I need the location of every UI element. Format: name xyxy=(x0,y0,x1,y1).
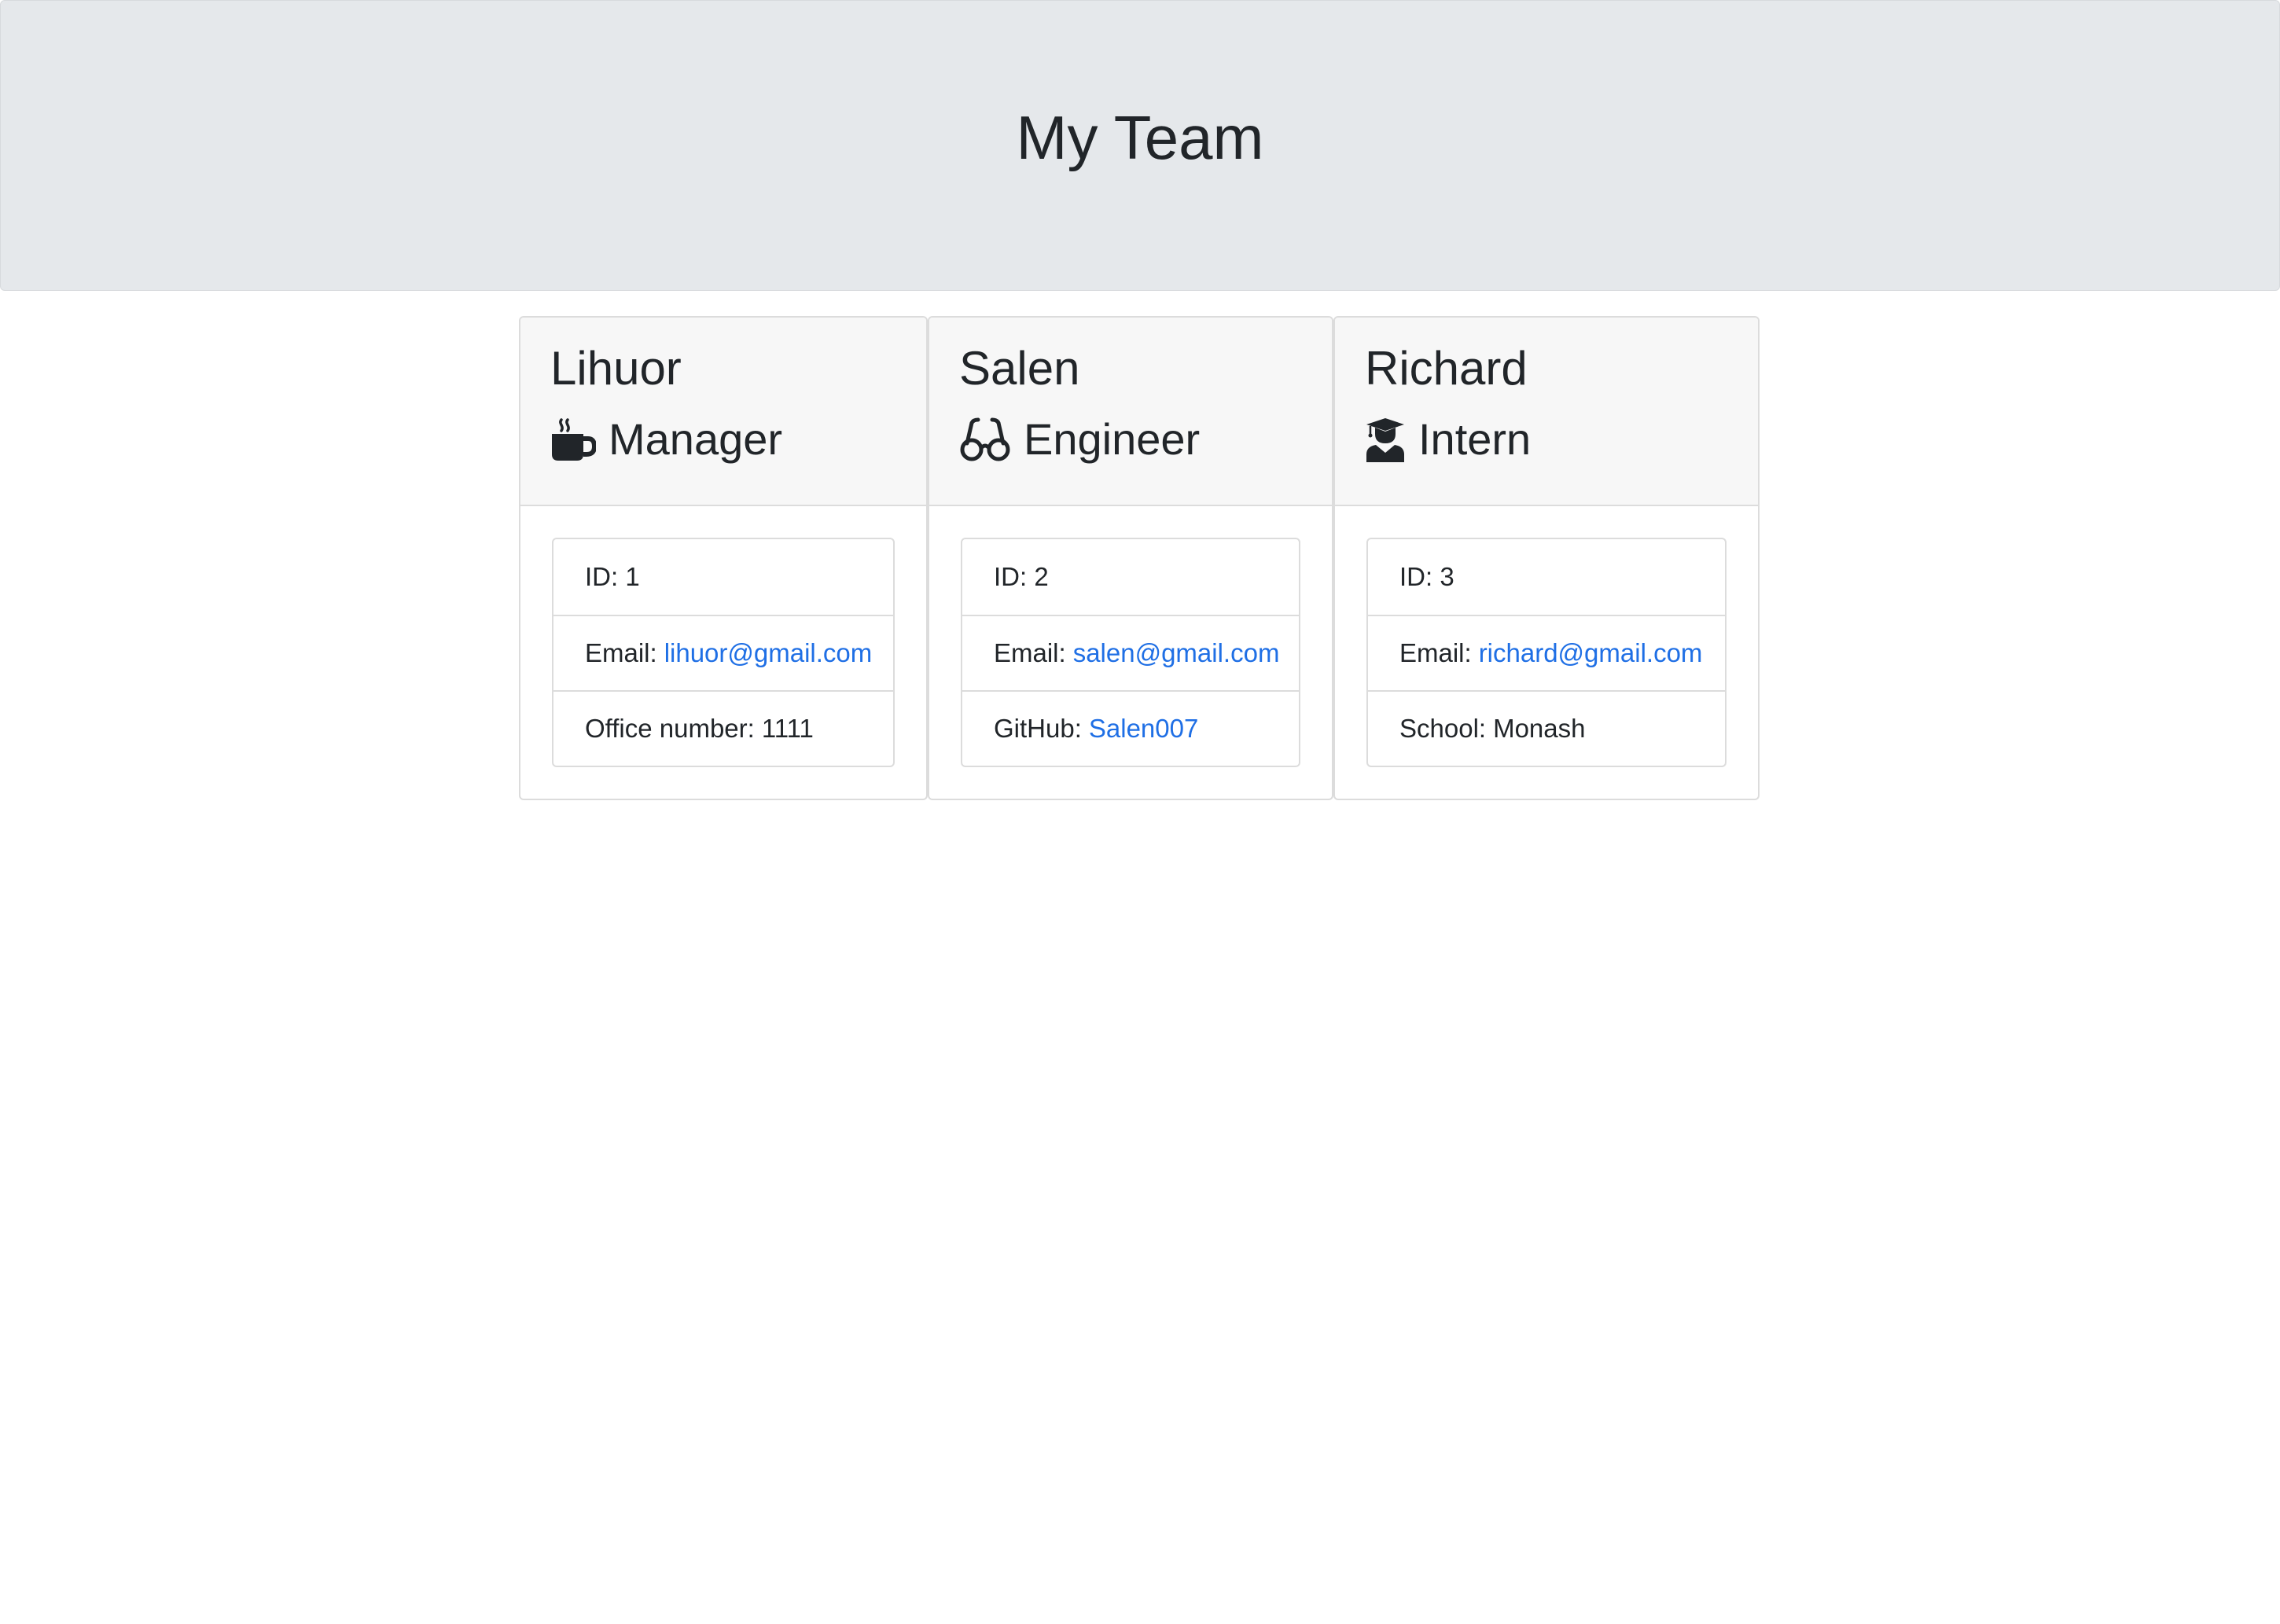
card-header: Richard Intern xyxy=(1335,318,1758,506)
id-row: ID: 3 xyxy=(1368,539,1725,615)
info-list: ID: 1 Email: lihuor@gmail.com Office num… xyxy=(552,538,895,767)
office-number-row: Office number: 1111 xyxy=(553,690,893,766)
email-label: Email: xyxy=(585,638,657,667)
glasses-icon xyxy=(959,417,1011,462)
page-header: My Team xyxy=(0,0,2280,291)
role-label: Engineer xyxy=(1024,414,1201,464)
email-row: Email: salen@gmail.com xyxy=(962,615,1299,690)
office-number-value: 1111 xyxy=(761,714,814,743)
email-link[interactable]: salen@gmail.com xyxy=(1073,638,1280,668)
github-row: GitHub: Salen007 xyxy=(962,690,1299,766)
employee-name: Salen xyxy=(959,342,1080,395)
employee-name: Lihuor xyxy=(550,342,682,395)
school-row: School: Monash xyxy=(1368,690,1725,766)
page-title: My Team xyxy=(1016,102,1264,172)
employee-card-engineer: Salen Engineer ID: 2 Email: salen@gmail.… xyxy=(928,316,1333,800)
card-body: ID: 3 Email: richard@gmail.com School: M… xyxy=(1335,506,1758,799)
info-list: ID: 3 Email: richard@gmail.com School: M… xyxy=(1366,538,1727,767)
employee-card-manager: Lihuor Manager ID: 1 Email: lihuor@gmail… xyxy=(519,316,928,800)
school-label: School: xyxy=(1399,714,1487,743)
info-list: ID: 2 Email: salen@gmail.com GitHub: Sal… xyxy=(961,538,1300,767)
employee-role: Engineer xyxy=(959,415,1332,464)
email-label: Email: xyxy=(1399,638,1472,667)
role-label: Intern xyxy=(1418,414,1532,464)
github-link[interactable]: Salen007 xyxy=(1089,714,1198,744)
email-row: Email: richard@gmail.com xyxy=(1368,615,1725,690)
id-row: ID: 2 xyxy=(962,539,1299,615)
email-link[interactable]: lihuor@gmail.com xyxy=(664,638,873,668)
email-row: Email: lihuor@gmail.com xyxy=(553,615,893,690)
id-text: ID: 3 xyxy=(1399,562,1454,591)
employee-role: Manager xyxy=(550,415,926,464)
office-number-label: Office number: xyxy=(585,714,755,743)
id-row: ID: 1 xyxy=(553,539,893,615)
email-label: Email: xyxy=(994,638,1066,667)
coffee-icon xyxy=(550,417,596,462)
role-label: Manager xyxy=(609,414,783,464)
school-value: Monash xyxy=(1493,714,1586,743)
id-text: ID: 1 xyxy=(585,562,640,591)
github-label: GitHub: xyxy=(994,714,1082,743)
card-body: ID: 2 Email: salen@gmail.com GitHub: Sal… xyxy=(929,506,1332,799)
employee-role: Intern xyxy=(1365,415,1758,464)
card-body: ID: 1 Email: lihuor@gmail.com Office num… xyxy=(520,506,926,799)
employee-card-intern: Richard Intern ID: 3 Email: richard@gmai… xyxy=(1333,316,1760,800)
id-text: ID: 2 xyxy=(994,562,1049,591)
card-header: Lihuor Manager xyxy=(520,318,926,506)
email-link[interactable]: richard@gmail.com xyxy=(1479,638,1703,668)
employee-name: Richard xyxy=(1365,342,1528,395)
graduate-icon xyxy=(1365,417,1406,462)
card-header: Salen Engineer xyxy=(929,318,1332,506)
